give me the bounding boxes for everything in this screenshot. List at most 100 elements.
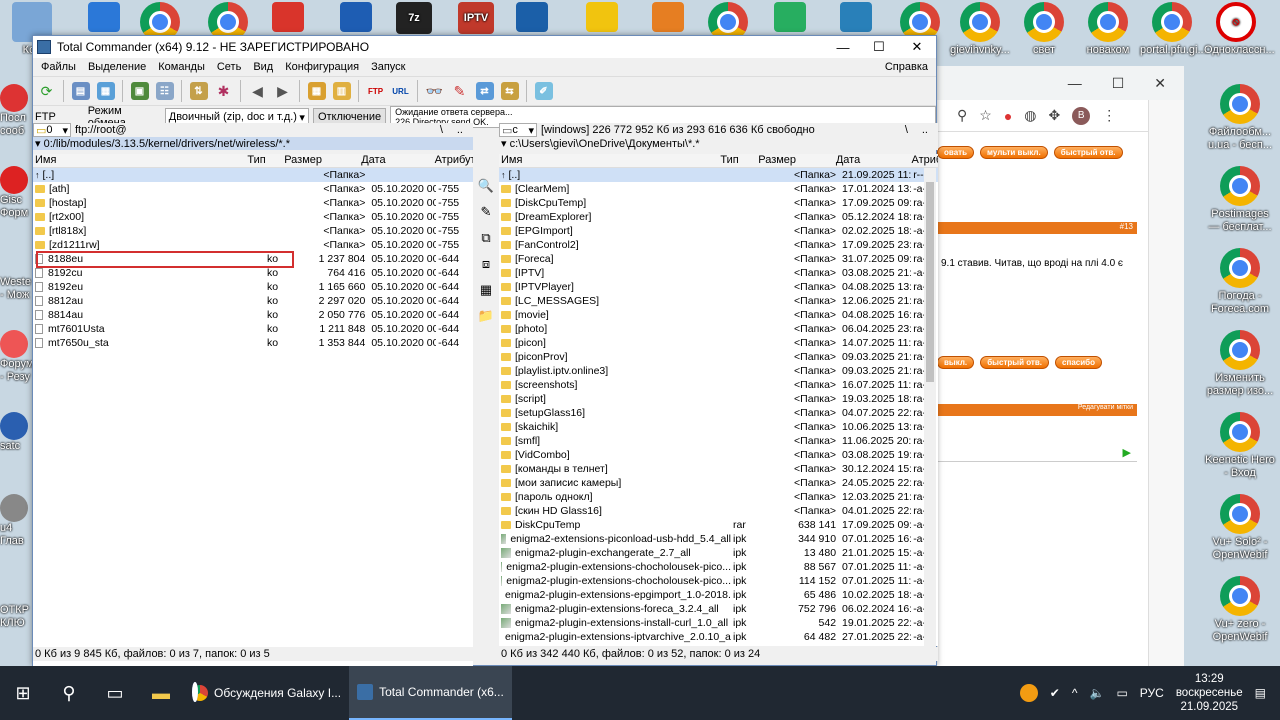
network-icon[interactable]: ▭ xyxy=(1116,686,1127,700)
file-row[interactable]: [команды в телнет] <Папка> 30.12.2024 15:3… xyxy=(499,462,938,476)
desktop-icon[interactable]: Vu+ Solo² - OpenWebif xyxy=(1202,494,1278,562)
root-dir-button[interactable]: \ xyxy=(905,124,908,136)
desktop-icon[interactable] xyxy=(84,2,124,34)
unpack-icon[interactable]: ▥ xyxy=(330,80,353,103)
compare-icon[interactable]: ⇄ xyxy=(473,80,496,103)
file-row[interactable]: enigma2-plugin-extensions-chocholousek-p… xyxy=(499,574,938,588)
avatar[interactable]: B xyxy=(1072,106,1091,125)
thumbnails-icon[interactable]: ▣ xyxy=(128,80,151,103)
star-icon[interactable]: ☆ xyxy=(979,107,992,124)
check-icon[interactable]: ✔ xyxy=(1050,686,1060,700)
menu-item[interactable]: Файлы xyxy=(35,61,82,73)
file-row[interactable]: [hostap] <Папка> 05.10.2020 00:00-755 xyxy=(33,196,473,210)
menu-item[interactable]: Сеть xyxy=(211,61,247,73)
desktop-icon[interactable]: новаком xyxy=(1076,2,1140,57)
select-icon[interactable]: ✱ xyxy=(212,80,235,103)
brief-view-icon[interactable]: ▤ xyxy=(69,80,92,103)
search-icon[interactable]: ⚲ xyxy=(957,107,967,124)
desktop-icon[interactable]: u4 Глав xyxy=(0,494,32,548)
close-button[interactable]: ✕ xyxy=(898,36,936,58)
sync-icon[interactable]: ⇆ xyxy=(498,80,521,103)
column-header-0[interactable]: Имя xyxy=(499,154,718,167)
taskbar-item-chrome[interactable]: Обсуждения Galaxy I... xyxy=(184,666,349,720)
file-row[interactable]: [скин HD Glass16] <Папка> 04.01.2025 22:42… xyxy=(499,504,938,518)
history-icon[interactable]: ▾ xyxy=(501,137,507,150)
file-row[interactable]: [movie]<Папка>04.08.2025 16:22ra-- xyxy=(499,308,938,322)
back-arrow-icon[interactable]: ◀ xyxy=(246,80,269,103)
kebab-menu-icon[interactable]: ⋮ xyxy=(1102,107,1116,124)
windows-start-icon[interactable]: ⊞ xyxy=(0,683,46,704)
column-header-3[interactable]: Дата xyxy=(359,154,432,167)
play-icon[interactable]: ▶ xyxy=(937,446,1137,462)
desktop-icon[interactable] xyxy=(582,2,622,34)
search-icon[interactable]: ⚲ xyxy=(46,683,92,704)
menu-item[interactable]: Конфигурация xyxy=(279,61,365,73)
column-header-2[interactable]: Размер xyxy=(282,154,359,167)
file-row[interactable]: [IPTV]<Папка>03.08.2025 21:25-a-- xyxy=(499,266,938,280)
root-dir-button[interactable]: \ xyxy=(440,124,443,136)
desktop-icon[interactable]: Keenetic Hero - Вход xyxy=(1202,412,1278,480)
file-row[interactable]: [script]<Папка>19.03.2025 18:44ra-- xyxy=(499,392,938,406)
refresh-icon[interactable]: ⟳ xyxy=(35,80,58,103)
column-header-4[interactable]: Атрибуты xyxy=(433,154,473,167)
desktop-icon[interactable]: Погода - Foreca.com xyxy=(1202,248,1278,316)
edit-icon[interactable]: ✎ xyxy=(476,202,496,222)
desktop-icon[interactable] xyxy=(770,2,810,34)
desktop-icon[interactable]: ⦸ Одноклассн... xyxy=(1204,2,1275,57)
file-row[interactable]: enigma2-plugin-exchangerate_2.7_all ipk 13… xyxy=(499,546,938,560)
copy-icon[interactable]: ⧉ xyxy=(476,228,496,248)
desktop-icon[interactable]: gievihvnky... xyxy=(948,2,1012,57)
new-folder-icon[interactable]: 📁 xyxy=(476,306,496,326)
file-row[interactable]: [piconProv]<Папка>09.03.2025 21:49ra-- xyxy=(499,350,938,364)
file-row[interactable]: [EPGImport]<Папка>02.02.2025 18:08-a-- xyxy=(499,224,938,238)
file-row[interactable]: [DiskCpuTemp]<Папка>17.09.2025 09:45ra-- xyxy=(499,196,938,210)
invert-selection-icon[interactable]: ⇅ xyxy=(187,80,210,103)
edit-tags[interactable]: Редагувати мітки xyxy=(937,404,1137,416)
extension-icon[interactable]: ● xyxy=(1004,108,1012,124)
file-row[interactable]: mt7650u_sta ko 1 353 844 05.10.2020 00:00-6… xyxy=(33,336,473,350)
file-row[interactable]: ↑ [..] <Папка> xyxy=(33,168,473,182)
task-view-icon[interactable]: ▭ xyxy=(92,683,138,704)
file-row[interactable]: 8812au ko 2 297 020 05.10.2020 00:00-644 xyxy=(33,294,473,308)
minimize-button[interactable]: — xyxy=(824,36,862,58)
desktop-icon[interactable]: свет xyxy=(1012,2,1076,57)
column-header-1[interactable]: Тип xyxy=(718,154,756,167)
column-header-0[interactable]: Имя xyxy=(33,154,245,167)
desktop-icon[interactable]: Изменить размер изо... xyxy=(1202,330,1278,398)
pack-icon[interactable]: ▦ xyxy=(476,280,496,300)
desktop-icon[interactable] xyxy=(836,2,876,34)
minimize-icon[interactable]: — xyxy=(1068,75,1082,91)
file-row[interactable]: [Foreca]<Папка>31.07.2025 09:46ra-- xyxy=(499,252,938,266)
file-row[interactable]: [skaichik]<Папка>10.06.2025 13:07ra-- xyxy=(499,420,938,434)
move-icon[interactable]: ⧈ xyxy=(476,254,496,274)
forum-button[interactable]: быстрый отв. xyxy=(1053,146,1123,159)
desktop-icon[interactable]: Посл сооб xyxy=(0,84,32,138)
desktop-icon[interactable]: Gisc Форм xyxy=(0,166,32,220)
desktop-icon[interactable]: Форум - Резу xyxy=(0,330,32,384)
file-row[interactable]: enigma2-plugin-extensions-iptvarchive_2.… xyxy=(499,630,938,644)
chevron-up-icon[interactable]: ^ xyxy=(1072,686,1078,700)
menu-item[interactable]: Выделение xyxy=(82,61,152,73)
forum-button[interactable]: выкл. xyxy=(937,356,975,369)
column-header-4[interactable]: Атрибуты xyxy=(910,154,938,167)
ftp-connect-icon[interactable]: FTP xyxy=(364,80,387,103)
desktop-icon[interactable]: IPTV xyxy=(456,2,496,36)
file-row[interactable]: [playlist.iptv.online3] <Папка> 09.03.2025… xyxy=(499,364,938,378)
multi-rename-icon[interactable]: ✎ xyxy=(448,80,471,103)
desktop-icon[interactable]: Weste - Мож xyxy=(0,248,32,302)
full-view-icon[interactable]: ▦ xyxy=(94,80,117,103)
tree-icon[interactable]: ☷ xyxy=(153,80,176,103)
file-row[interactable]: [ClearMem]<Папка>17.01.2024 13:30-a-- xyxy=(499,182,938,196)
file-row[interactable]: [FanControl2]<Папка>17.09.2025 23:02ra-- xyxy=(499,238,938,252)
desktop-icon[interactable]: 7z xyxy=(394,2,434,36)
file-row[interactable]: enigma2-plugin-extensions-foreca_3.2.4_a… xyxy=(499,602,938,616)
file-row[interactable]: 8814au ko 2 050 776 05.10.2020 00:00-644 xyxy=(33,308,473,322)
weather-icon[interactable] xyxy=(1019,684,1038,702)
file-row[interactable]: 8192cu ko 764 416 05.10.2020 00:00-644 xyxy=(33,266,473,280)
desktop-icon[interactable]: portal.pfu.gi... xyxy=(1140,2,1207,57)
pack-icon[interactable]: ▦ xyxy=(305,80,328,103)
explorer-icon[interactable]: ▬ xyxy=(138,683,184,704)
notepad-icon[interactable]: ✐ xyxy=(532,80,555,103)
desktop-icon[interactable] xyxy=(648,2,688,34)
file-row[interactable]: [мои записис камеры] <Папка> 24.05.2025 22… xyxy=(499,476,938,490)
